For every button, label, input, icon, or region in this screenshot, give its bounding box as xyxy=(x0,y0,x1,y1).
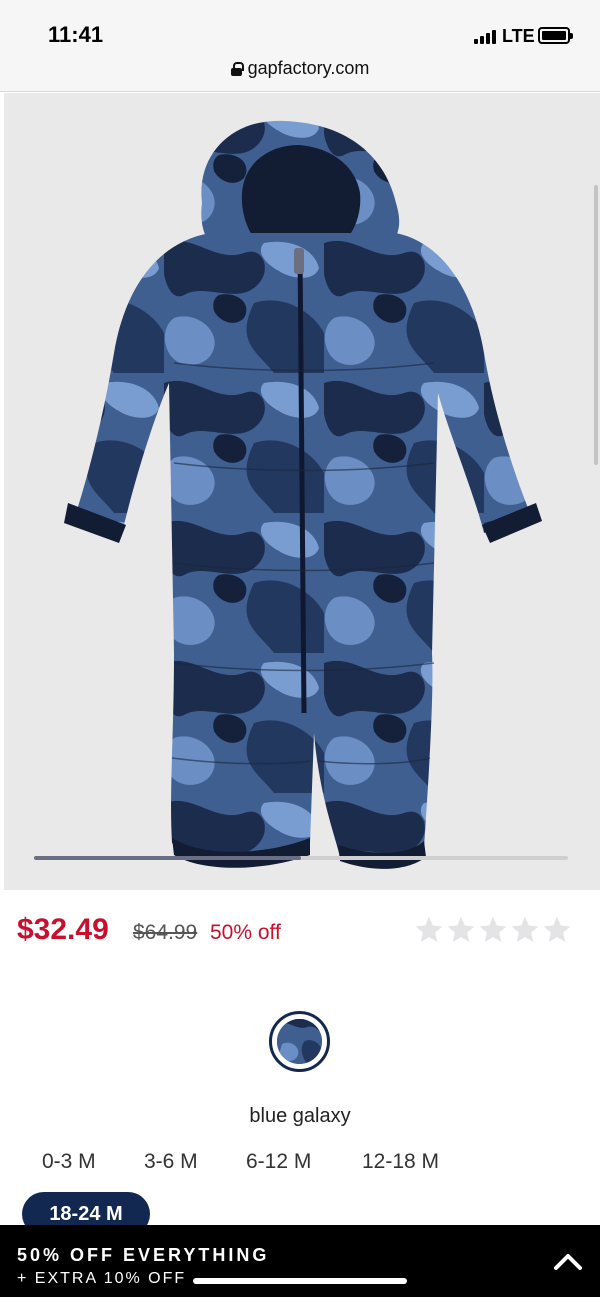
lock-icon xyxy=(230,61,244,76)
discount-label: 50% off xyxy=(210,921,281,944)
color-swatch-blue-galaxy[interactable] xyxy=(269,1011,330,1072)
size-option[interactable]: 3-6 M xyxy=(144,1150,198,1174)
status-bar: 11:41 LTE xyxy=(0,0,600,56)
snowsuit-image xyxy=(64,120,542,869)
image-carousel-progress xyxy=(34,856,301,860)
signal-icon xyxy=(474,30,496,44)
rating-stars[interactable] xyxy=(413,914,573,946)
chevron-up-icon[interactable] xyxy=(553,1251,583,1271)
size-option[interactable]: 6-12 M xyxy=(246,1150,311,1174)
size-option[interactable]: 0-3 M xyxy=(42,1150,96,1174)
color-name: blue galaxy xyxy=(249,1105,351,1127)
swatch-image xyxy=(277,1019,322,1064)
star-icon xyxy=(447,916,475,942)
price-row: $32.49 $64.99 50% off xyxy=(17,913,583,953)
network-label: LTE xyxy=(502,26,535,46)
size-option[interactable]: 12-18 M xyxy=(362,1150,439,1174)
promo-banner[interactable]: 50% OFF EVERYTHING + EXTRA 10% OFF xyxy=(0,1225,600,1297)
original-price: $64.99 xyxy=(133,921,198,944)
star-icon xyxy=(415,916,443,942)
status-time: 11:41 xyxy=(48,22,104,47)
star-icon xyxy=(543,916,571,942)
promo-title: 50% OFF EVERYTHING xyxy=(17,1245,270,1265)
product-image[interactable] xyxy=(4,93,600,890)
page-scrollbar[interactable] xyxy=(594,185,598,465)
star-icon xyxy=(511,916,539,942)
battery-icon xyxy=(538,27,573,44)
star-icon xyxy=(479,916,507,942)
sale-price: $32.49 xyxy=(17,913,109,946)
home-indicator[interactable] xyxy=(193,1278,407,1284)
promo-subtitle: + EXTRA 10% OFF xyxy=(17,1270,187,1287)
url-bar[interactable]: gapfactory.com xyxy=(0,56,600,92)
url-text[interactable]: gapfactory.com xyxy=(248,58,370,79)
